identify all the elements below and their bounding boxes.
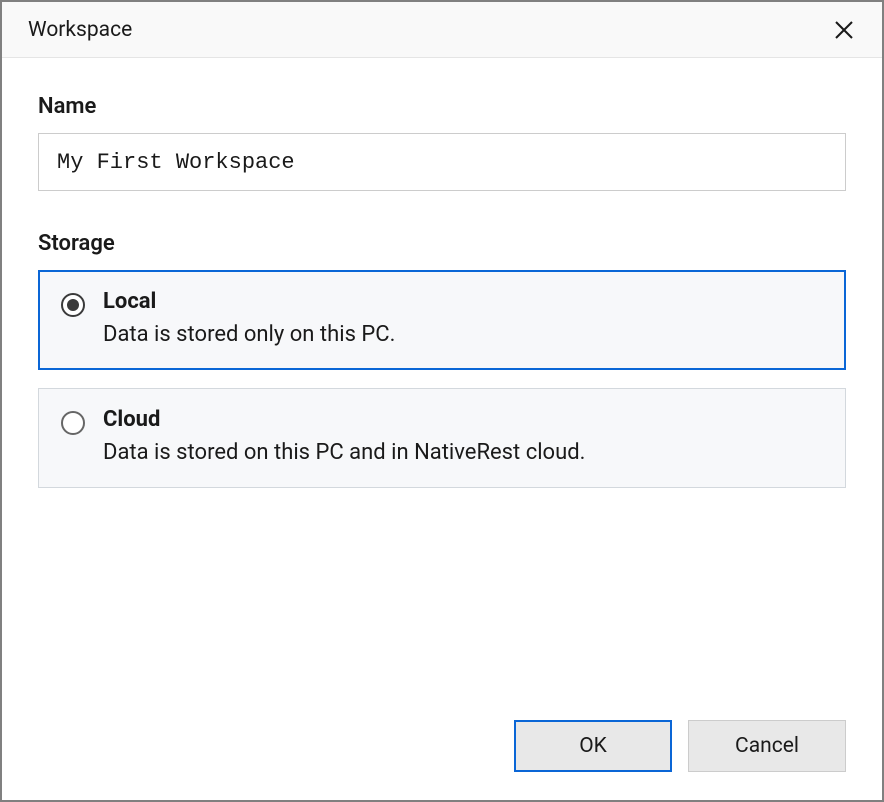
dialog-content: Name Storage Local Data is stored only o… — [2, 58, 882, 696]
storage-section: Storage Local Data is stored only on thi… — [38, 231, 846, 506]
storage-option-texts: Local Data is stored only on this PC. — [103, 289, 395, 347]
titlebar: Workspace — [2, 2, 882, 58]
cancel-button[interactable]: Cancel — [688, 720, 846, 772]
close-button[interactable] — [828, 14, 860, 46]
dialog-title: Workspace — [28, 18, 132, 42]
storage-option-title: Local — [103, 289, 395, 314]
radio-cloud[interactable] — [61, 411, 85, 435]
workspace-dialog: Workspace Name Storage Local Data is sto… — [0, 0, 884, 802]
storage-label: Storage — [38, 231, 846, 256]
storage-option-local[interactable]: Local Data is stored only on this PC. — [38, 270, 846, 370]
storage-option-title: Cloud — [103, 407, 585, 432]
radio-local[interactable] — [61, 293, 85, 317]
radio-dot-icon — [67, 299, 79, 311]
close-icon — [834, 20, 854, 40]
ok-button[interactable]: OK — [514, 720, 672, 772]
name-label: Name — [38, 94, 846, 119]
dialog-footer: OK Cancel — [2, 696, 882, 800]
storage-option-cloud[interactable]: Cloud Data is stored on this PC and in N… — [38, 388, 846, 488]
storage-option-description: Data is stored only on this PC. — [103, 322, 395, 347]
storage-option-description: Data is stored on this PC and in NativeR… — [103, 440, 585, 465]
name-input[interactable] — [38, 133, 846, 191]
storage-option-texts: Cloud Data is stored on this PC and in N… — [103, 407, 585, 465]
